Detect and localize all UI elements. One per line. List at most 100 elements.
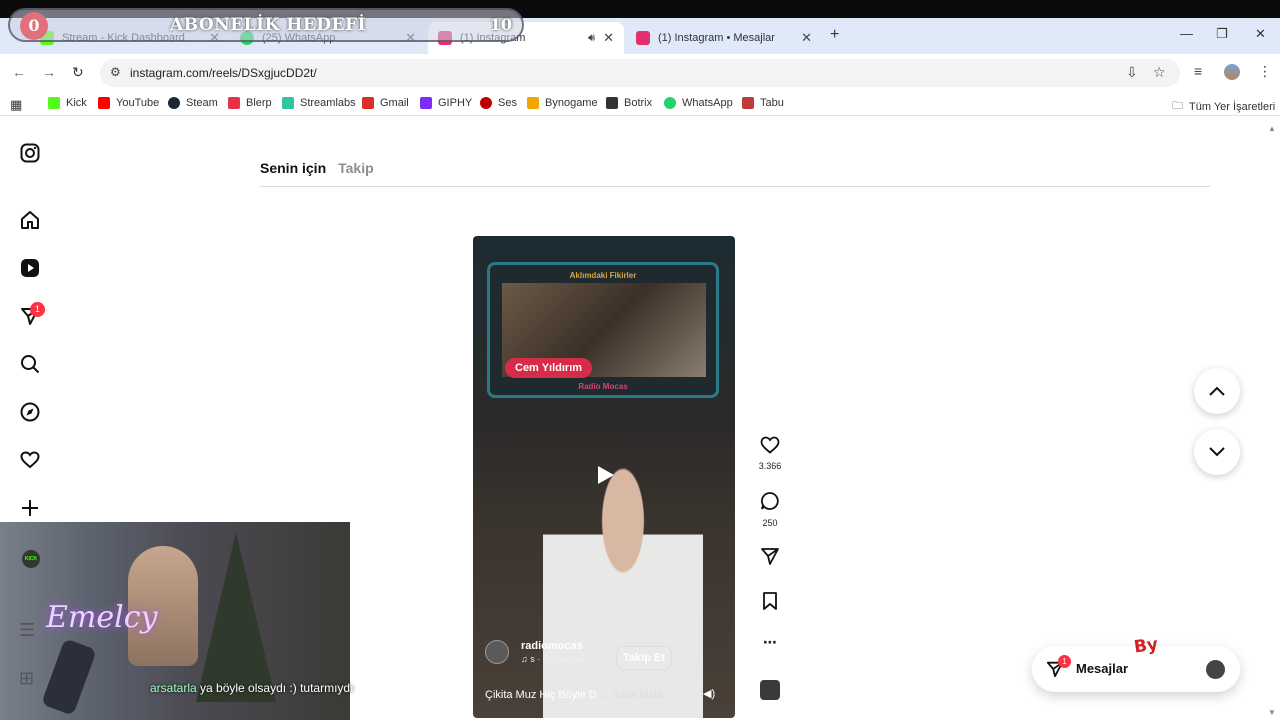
close-tab-icon[interactable]: ✕: [801, 30, 812, 46]
bookmark-streamlabs[interactable]: Streamlabs: [282, 97, 356, 109]
omnibox[interactable]: ⚙ instagram.com/reels/DSxgjucDD2t/ ⇩ ☆: [100, 59, 1180, 87]
bookmark-save-icon[interactable]: [762, 591, 778, 611]
whatsapp-icon: [664, 97, 676, 109]
reels-icon[interactable]: [19, 257, 41, 279]
chevron-down-icon: [1209, 447, 1225, 457]
live-subtitle: arsatarla ya böyle olsaydı :) tutarmıydı: [150, 681, 353, 695]
forward-icon[interactable]: →: [42, 64, 56, 80]
media-control-icon[interactable]: ≡: [1194, 63, 1202, 79]
ses-icon: [480, 97, 492, 109]
instagram-favicon-icon: [636, 31, 650, 45]
bookmark-label: Kick: [66, 97, 87, 109]
bookmark-giphy[interactable]: GIPHY: [420, 97, 472, 109]
next-reel-button[interactable]: [1194, 429, 1240, 475]
profile-avatar[interactable]: [1224, 64, 1240, 80]
video-person: [543, 436, 703, 718]
play-icon[interactable]: [594, 464, 616, 486]
bookmark-label: Tabu: [760, 97, 784, 109]
comment-count: 250: [762, 518, 778, 528]
like-heart-icon[interactable]: [760, 436, 780, 454]
message-avatar: [1206, 660, 1225, 679]
kick-badge: KICK: [22, 550, 40, 568]
bookmark-kick[interactable]: Kick: [48, 97, 87, 109]
all-bookmarks[interactable]: 🗀︎ Tüm Yer İşaretleri: [1172, 97, 1275, 116]
more-options-icon[interactable]: ⋯: [758, 634, 782, 651]
chevron-up-icon: [1209, 386, 1225, 396]
close-window-button[interactable]: ✕: [1255, 26, 1266, 42]
bookmark-blerp[interactable]: Blerp: [228, 97, 272, 109]
grid-apps-icon[interactable]: ⊞: [19, 668, 34, 689]
streamlabs-icon: [282, 97, 294, 109]
bookmark-youtube[interactable]: YouTube: [98, 97, 159, 109]
close-tab-icon[interactable]: ✕: [603, 30, 614, 46]
scroll-down-arrow[interactable]: ▼: [1268, 708, 1276, 717]
back-icon[interactable]: ←: [12, 64, 26, 80]
bookmark-steam[interactable]: Steam: [168, 97, 218, 109]
save-action[interactable]: [758, 591, 782, 616]
tab-for-you[interactable]: Senin için: [260, 160, 326, 176]
tab-title: (1) Instagram • Mesajlar: [658, 32, 775, 44]
sound-icon[interactable]: ◀︎): [703, 687, 715, 700]
goal-title: ABONELİK HEDEFİ: [170, 15, 367, 35]
share-action[interactable]: [758, 546, 782, 571]
botrix-icon: [606, 97, 618, 109]
feed-tabs: Senin için Takip: [260, 160, 374, 176]
menu-icon[interactable]: ⋮: [1258, 63, 1272, 80]
restore-button[interactable]: ❐: [1216, 26, 1228, 42]
apps-grid-icon[interactable]: ▦: [10, 97, 22, 113]
reel-video[interactable]: Aklımdaki Fikirler Radio Mocas Cem Yıldı…: [473, 236, 735, 718]
caption-text: Çikita Muz Hiç Böyle D: [485, 689, 597, 701]
bookmark-star-icon[interactable]: ☆: [1153, 64, 1166, 81]
explore-compass-icon[interactable]: [19, 401, 41, 423]
site-info-icon[interactable]: ⚙: [110, 65, 121, 79]
home-icon[interactable]: [19, 209, 41, 231]
share-icon[interactable]: [760, 546, 780, 566]
bookmark-tabu[interactable]: Tabu: [742, 97, 784, 109]
bookmark-ses[interactable]: Ses: [480, 97, 517, 109]
audio-label[interactable]: ♫ s · Orijinal ses: [521, 654, 587, 664]
tab-following[interactable]: Takip: [338, 160, 374, 176]
previous-reel-button[interactable]: [1194, 368, 1240, 414]
speaker-icon[interactable]: 🔊︎: [588, 32, 595, 45]
subtitle-text: ya böyle olsaydı :) tutarmıydı: [196, 681, 354, 695]
notifications-heart-icon[interactable]: [19, 449, 41, 471]
tab-instagram-messages[interactable]: (1) Instagram • Mesajlar ✕: [626, 22, 822, 54]
audio-thumbnail[interactable]: [760, 680, 780, 700]
minimize-button[interactable]: —: [1180, 26, 1193, 41]
subtitle-highlight: arsatarla: [150, 681, 197, 695]
bookmark-whatsapp[interactable]: WhatsApp: [664, 97, 733, 109]
new-tab-button[interactable]: +: [830, 26, 839, 44]
like-action[interactable]: 3.366: [758, 436, 782, 471]
author-avatar[interactable]: [485, 640, 509, 664]
bookmark-botrix[interactable]: Botrix: [606, 97, 652, 109]
follow-button[interactable]: Takip Et: [616, 646, 672, 670]
reel-author[interactable]: radiomocas ♫ s · Orijinal ses: [485, 640, 587, 664]
search-icon[interactable]: [19, 353, 41, 375]
caption-more-link[interactable]: ... daha fazla: [600, 689, 663, 701]
create-plus-icon[interactable]: [19, 497, 41, 519]
comment-icon[interactable]: [760, 491, 780, 511]
reel-caption[interactable]: Çikita Muz Hiç Böyle D ... daha fazla: [485, 689, 663, 701]
bookmark-bynogame[interactable]: Bynogame: [527, 97, 598, 109]
subscription-goal-overlay: 0 ABONELİK HEDEFİ 10: [8, 8, 524, 42]
instagram-logo-icon[interactable]: [19, 142, 41, 164]
menu-lines-icon[interactable]: ☰: [19, 620, 35, 641]
reload-icon[interactable]: ↻: [72, 64, 84, 81]
goal-target: 10: [489, 15, 512, 34]
messages-badge: 1: [1058, 655, 1071, 668]
bookmark-label: Ses: [498, 97, 517, 109]
author-username[interactable]: radiomocas: [521, 640, 587, 652]
messages-label: Mesajlar: [1076, 661, 1129, 676]
feed-divider: [260, 186, 1210, 187]
bookmark-label: Streamlabs: [300, 97, 356, 109]
url-text[interactable]: instagram.com/reels/DSxgjucDD2t/: [130, 66, 317, 80]
bookmark-gmail[interactable]: Gmail: [362, 97, 409, 109]
comment-action[interactable]: 250: [758, 491, 782, 528]
bookmark-label: Bynogame: [545, 97, 598, 109]
speaker-name-badge: Cem Yıldırım: [505, 358, 593, 378]
bookmark-label: Steam: [186, 97, 218, 109]
scroll-up-arrow[interactable]: ▲: [1268, 124, 1276, 133]
bookmark-label: YouTube: [116, 97, 160, 109]
address-bar-row: ← → ↻ ⚙ instagram.com/reels/DSxgjucDD2t/…: [0, 54, 1280, 92]
install-app-icon[interactable]: ⇩: [1126, 64, 1138, 81]
